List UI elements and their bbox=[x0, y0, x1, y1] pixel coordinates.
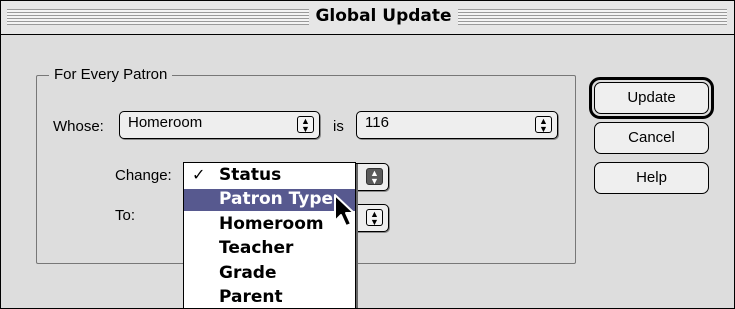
match-value-popup[interactable]: 116 ▲ ▼ bbox=[356, 111, 558, 139]
up-down-arrows-icon: ▲ ▼ bbox=[366, 209, 383, 227]
whose-label: Whose: bbox=[53, 118, 104, 135]
menu-item-label: Status bbox=[219, 165, 282, 185]
group-label: For Every Patron bbox=[49, 66, 173, 83]
menu-item-homeroom[interactable]: Homeroom bbox=[184, 214, 355, 236]
match-value: 116 bbox=[365, 114, 389, 131]
global-update-dialog: Global Update For Every Patron Whose: Ho… bbox=[0, 0, 735, 309]
menu-item-label: Parent bbox=[219, 287, 283, 307]
menu-item-status[interactable]: ✓ Status bbox=[184, 165, 355, 187]
menu-item-label: Homeroom bbox=[219, 214, 324, 234]
change-field-menu: ✓ Status Patron Type Homeroom Teacher Gr… bbox=[183, 162, 356, 308]
up-down-arrows-icon: ▲ ▼ bbox=[297, 116, 314, 134]
update-button[interactable]: Update bbox=[594, 82, 709, 114]
title-bar-stripes-right bbox=[458, 9, 727, 25]
menu-item-label: Patron Type bbox=[219, 189, 334, 209]
to-label: To: bbox=[115, 207, 136, 224]
menu-item-teacher[interactable]: Teacher bbox=[184, 238, 355, 260]
change-label: Change: bbox=[115, 167, 172, 184]
arrow-cursor-icon bbox=[334, 194, 355, 227]
window-title: Global Update bbox=[315, 6, 452, 26]
menu-item-label: Teacher bbox=[219, 238, 294, 258]
menu-item-grade[interactable]: Grade bbox=[184, 263, 355, 285]
field-popup[interactable]: Homeroom ▲ ▼ bbox=[119, 111, 320, 139]
menu-item-parent[interactable]: Parent bbox=[184, 287, 355, 308]
menu-item-patron-type[interactable]: Patron Type bbox=[184, 189, 355, 211]
up-down-arrows-icon: ▲ ▼ bbox=[535, 116, 552, 134]
cancel-button[interactable]: Cancel bbox=[594, 122, 709, 154]
field-popup-value: Homeroom bbox=[128, 114, 203, 131]
checkmark-icon: ✓ bbox=[192, 165, 206, 184]
help-button[interactable]: Help bbox=[594, 162, 709, 194]
title-bar-stripes-left bbox=[7, 9, 309, 25]
is-label: is bbox=[333, 118, 344, 135]
menu-item-label: Grade bbox=[219, 263, 277, 283]
title-bar[interactable]: Global Update bbox=[1, 1, 734, 35]
up-down-arrows-icon: ▲ ▼ bbox=[366, 168, 383, 186]
